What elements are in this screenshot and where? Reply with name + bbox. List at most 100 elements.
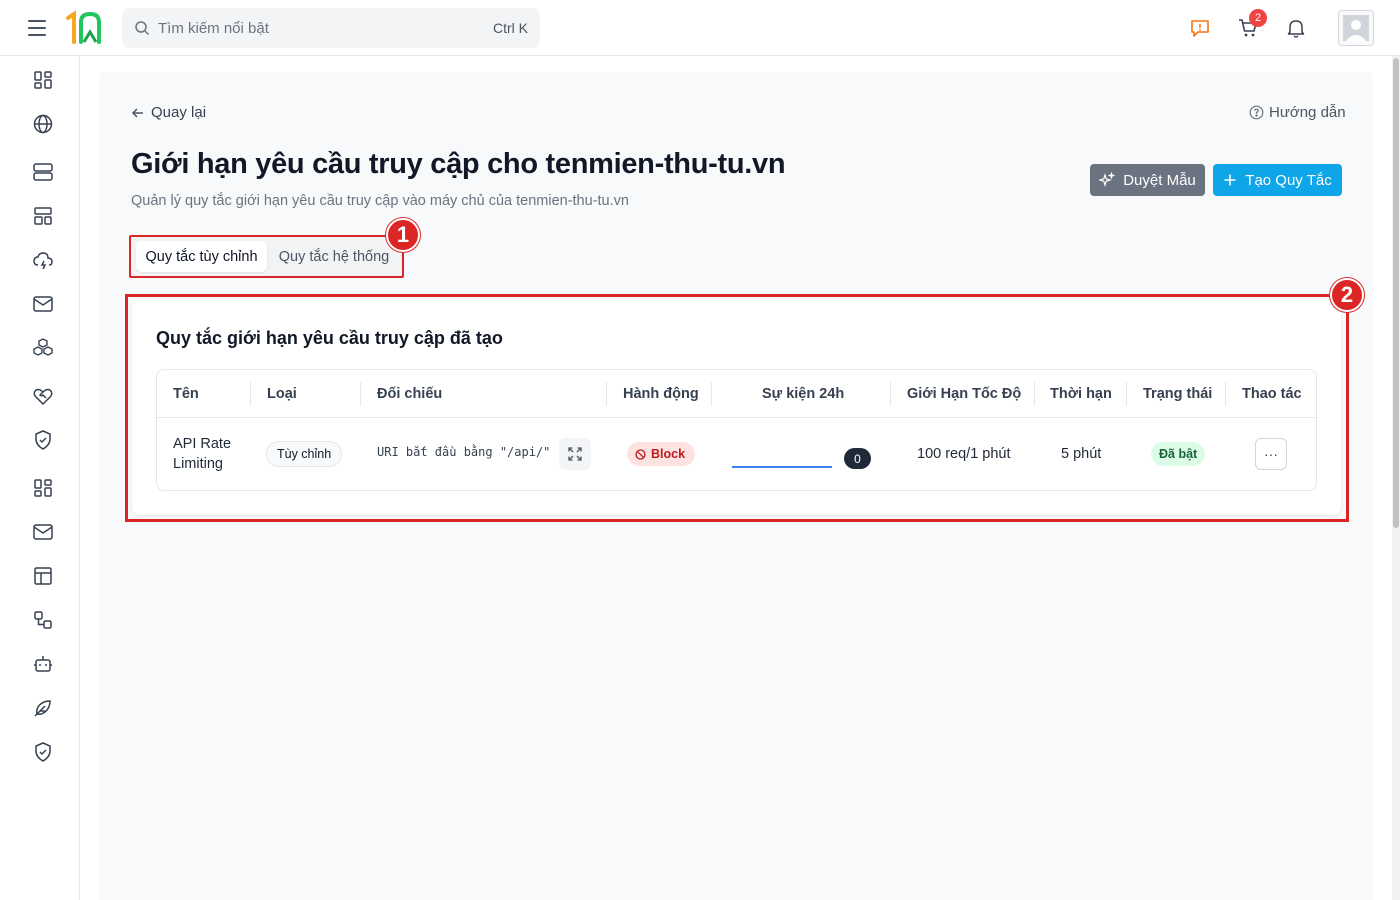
menu-icon[interactable]	[28, 20, 46, 36]
rule-action-badge: Block	[627, 442, 696, 466]
rule-rate-limit: 100 req/1 phút	[917, 446, 1011, 462]
dashboard-icon	[34, 71, 52, 89]
cloud-icon	[33, 252, 53, 270]
cart-badge: 2	[1249, 9, 1267, 27]
panel-icon	[34, 567, 52, 585]
column-divider	[1034, 382, 1035, 406]
server-icon	[33, 163, 53, 181]
search-shortcut: Ctrl K	[493, 20, 528, 36]
back-label: Quay lại	[151, 104, 207, 121]
column-divider	[1225, 382, 1226, 406]
column-divider	[711, 382, 712, 406]
column-divider	[250, 382, 251, 406]
layout-icon	[34, 207, 52, 225]
globe-icon	[33, 114, 53, 134]
search-icon	[135, 21, 150, 36]
more-horizontal-icon: ···	[1264, 446, 1278, 462]
sidebar	[0, 56, 80, 900]
mail-icon	[33, 296, 53, 312]
guide-label: Hướng dẫn	[1269, 104, 1346, 121]
shield-check-icon	[35, 742, 51, 762]
annotation-marker-2: 2	[1330, 278, 1364, 312]
feather-icon	[34, 700, 51, 717]
column-divider	[360, 382, 361, 406]
sidebar-item-mail[interactable]	[30, 291, 56, 317]
rule-tabs: Quy tắc tùy chỉnh Quy tắc hệ thống	[129, 235, 404, 278]
sparkles-icon	[1099, 172, 1116, 187]
sidebar-item-servers[interactable]	[30, 159, 56, 185]
status-badge: Đã bật	[1151, 442, 1206, 466]
sidebar-item-domains[interactable]	[30, 111, 56, 137]
top-bar: Ctrl K 2	[0, 0, 1400, 56]
column-header-actions: Thao tác	[1242, 386, 1302, 402]
expand-icon	[568, 447, 582, 461]
mail-icon	[33, 524, 53, 540]
column-divider	[1126, 382, 1127, 406]
boxes-icon	[33, 338, 53, 356]
sidebar-item-layouts[interactable]	[30, 203, 56, 229]
rule-match-expression: URI bắt đầu bằng "/api/"	[377, 445, 551, 459]
tab-custom-rules[interactable]: Quy tắc tùy chỉnh	[136, 241, 267, 272]
feedback-icon[interactable]	[1188, 16, 1212, 40]
annotation-marker-1: 1	[386, 218, 420, 252]
sidebar-item-email[interactable]	[30, 519, 56, 545]
page-subtitle: Quản lý quy tắc giới hạn yêu cầu truy cậ…	[131, 193, 629, 209]
bell-icon[interactable]	[1284, 16, 1308, 40]
rule-duration: 5 phút	[1061, 446, 1102, 462]
expand-match-button[interactable]	[559, 438, 591, 470]
column-header-match: Đối chiếu	[377, 386, 443, 402]
shield-check-icon	[35, 430, 51, 450]
sidebar-item-security[interactable]	[30, 427, 56, 453]
sidebar-item-workflow[interactable]	[30, 607, 56, 633]
rules-card-title: Quy tắc giới hạn yêu cầu truy cập đã tạo	[156, 328, 503, 348]
guide-link[interactable]: Hướng dẫn	[1249, 104, 1346, 121]
table-header-divider	[157, 417, 1316, 418]
sidebar-item-apps[interactable]	[30, 475, 56, 501]
page-title: Giới hạn yêu cầu truy cập cho tenmien-th…	[131, 148, 786, 180]
help-circle-icon	[1249, 105, 1264, 120]
workflow-icon	[34, 611, 52, 629]
create-rule-button[interactable]: Tạo Quy Tắc	[1213, 164, 1342, 196]
scrollbar-thumb[interactable]	[1393, 58, 1399, 528]
ban-icon	[635, 448, 646, 460]
rule-type-badge: Tùy chỉnh	[266, 441, 343, 467]
search-input[interactable]	[158, 19, 493, 37]
heart-handshake-icon	[33, 388, 53, 406]
rule-name-line2: Limiting	[173, 456, 223, 472]
column-header-type: Loại	[267, 386, 297, 402]
rule-name-line1: API Rate	[173, 436, 232, 452]
create-rule-label: Tạo Quy Tắc	[1245, 171, 1332, 189]
column-header-events: Sự kiện 24h	[762, 386, 845, 402]
logo	[66, 10, 101, 44]
column-divider	[606, 382, 607, 406]
column-divider	[890, 382, 891, 406]
avatar[interactable]	[1338, 10, 1374, 46]
back-link[interactable]: Quay lại	[131, 104, 206, 121]
tab-system-rules[interactable]: Quy tắc hệ thống	[273, 241, 395, 272]
column-header-rate-limit: Giới Hạn Tốc Độ	[907, 386, 1022, 402]
column-header-action: Hành động	[623, 386, 699, 402]
bot-icon	[34, 656, 52, 672]
sidebar-item-panel[interactable]	[30, 563, 56, 589]
column-header-duration: Thời hạn	[1050, 386, 1112, 402]
events-count-badge: 0	[844, 448, 871, 469]
grid-icon	[34, 479, 52, 497]
sidebar-item-dashboard[interactable]	[30, 67, 56, 93]
sidebar-item-bot[interactable]	[30, 651, 56, 677]
row-more-button[interactable]: ···	[1255, 438, 1287, 470]
search-bar[interactable]: Ctrl K	[122, 8, 540, 48]
events-sparkline	[732, 466, 832, 468]
arrow-left-icon	[131, 107, 143, 118]
sidebar-item-cloud[interactable]	[30, 247, 56, 273]
user-icon	[1343, 15, 1369, 41]
sidebar-item-protection[interactable]	[30, 739, 56, 765]
scrollbar[interactable]	[1392, 56, 1400, 900]
sidebar-item-partners[interactable]	[30, 383, 56, 409]
browse-templates-button[interactable]: Duyệt Mẫu	[1090, 164, 1205, 196]
column-header-name: Tên	[173, 386, 199, 402]
rule-action-label: Block	[651, 447, 686, 461]
sidebar-item-packages[interactable]	[30, 335, 56, 361]
browse-templates-label: Duyệt Mẫu	[1123, 171, 1196, 189]
column-header-status: Trạng thái	[1143, 386, 1213, 402]
sidebar-item-blog[interactable]	[30, 695, 56, 721]
